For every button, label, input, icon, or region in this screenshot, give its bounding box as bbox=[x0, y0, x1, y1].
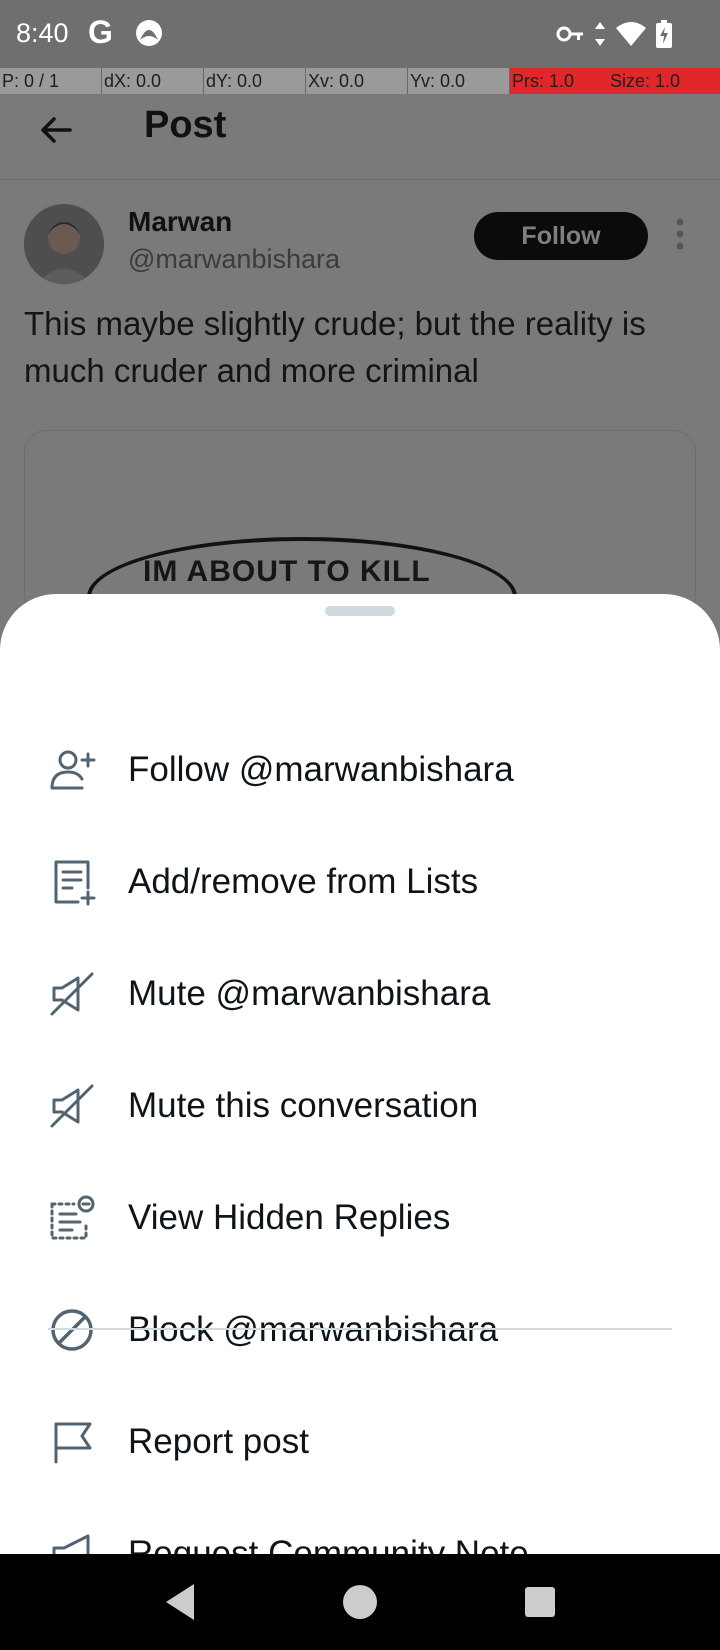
google-icon: G bbox=[88, 14, 113, 50]
menu-item-follow[interactable]: Follow @marwanbishara bbox=[0, 714, 720, 826]
menu-item-block[interactable]: Block @marwanbishara bbox=[0, 1274, 720, 1386]
menu-item-label: Block @marwanbishara bbox=[128, 1310, 499, 1349]
add-user-icon bbox=[48, 746, 96, 794]
page-title: Post bbox=[144, 104, 227, 146]
post-text: This maybe slightly crude; but the reali… bbox=[24, 305, 646, 389]
menu-item-label: Mute @marwanbishara bbox=[128, 974, 491, 1013]
author-handle[interactable]: @marwanbishara bbox=[128, 244, 340, 275]
menu-item-report[interactable]: Report post bbox=[0, 1386, 720, 1498]
menu-divider bbox=[48, 1328, 672, 1330]
menu-item-mute-user[interactable]: Mute @marwanbishara bbox=[0, 938, 720, 1050]
nav-recents-icon[interactable] bbox=[518, 1580, 562, 1624]
menu-item-label: View Hidden Replies bbox=[128, 1198, 451, 1237]
status-icons bbox=[556, 20, 672, 53]
nav-back-icon[interactable] bbox=[160, 1580, 204, 1624]
app-notification-icon bbox=[134, 18, 164, 48]
back-arrow-icon[interactable] bbox=[36, 110, 76, 150]
drag-handle[interactable] bbox=[325, 606, 395, 616]
debug-dx: dX: 0.0 bbox=[102, 68, 204, 94]
author-name[interactable]: Marwan bbox=[128, 206, 232, 238]
mute-conversation-icon bbox=[48, 1082, 96, 1130]
nav-home-icon[interactable] bbox=[338, 1580, 382, 1624]
status-time: 8:40 bbox=[16, 18, 69, 48]
hidden-replies-icon bbox=[48, 1194, 96, 1242]
wifi-icon bbox=[616, 22, 646, 51]
list-add-icon bbox=[48, 858, 96, 906]
debug-xv: Xv: 0.0 bbox=[306, 68, 408, 94]
menu-item-mute-conversation[interactable]: Mute this conversation bbox=[0, 1050, 720, 1162]
status-bar: 8:40 G bbox=[0, 0, 720, 68]
post-options-sheet: Follow @marwanbishara Add/remove from Li… bbox=[0, 594, 720, 1574]
top-header: Post bbox=[0, 94, 720, 180]
menu-item-label: Mute this conversation bbox=[128, 1086, 479, 1125]
pointer-debug-bar: P: 0 / 1 dX: 0.0 dY: 0.0 Xv: 0.0 Yv: 0.0… bbox=[0, 68, 720, 94]
debug-pressure: Prs: 1.0 bbox=[510, 68, 608, 94]
block-icon bbox=[48, 1306, 96, 1354]
menu-item-hidden-replies[interactable]: View Hidden Replies bbox=[0, 1162, 720, 1274]
mute-icon bbox=[48, 970, 96, 1018]
debug-pointers: P: 0 / 1 bbox=[0, 68, 102, 94]
follow-button[interactable]: Follow bbox=[474, 212, 648, 260]
system-nav-bar bbox=[0, 1554, 720, 1650]
flag-icon bbox=[48, 1418, 96, 1466]
battery-charging-icon bbox=[656, 20, 672, 53]
data-arrows-icon bbox=[594, 22, 606, 51]
media-caption: IM ABOUT TO KILL bbox=[143, 555, 431, 588]
menu-item-label: Follow @marwanbishara bbox=[128, 750, 514, 789]
debug-dy: dY: 0.0 bbox=[204, 68, 306, 94]
debug-yv: Yv: 0.0 bbox=[408, 68, 510, 94]
avatar[interactable] bbox=[24, 204, 104, 284]
menu-item-label: Report post bbox=[128, 1422, 309, 1461]
vpn-key-icon bbox=[556, 24, 584, 49]
menu-item-lists[interactable]: Add/remove from Lists bbox=[0, 826, 720, 938]
menu-item-label: Add/remove from Lists bbox=[128, 862, 479, 901]
debug-size: Size: 1.0 bbox=[608, 68, 720, 94]
more-options-icon[interactable] bbox=[672, 214, 688, 254]
